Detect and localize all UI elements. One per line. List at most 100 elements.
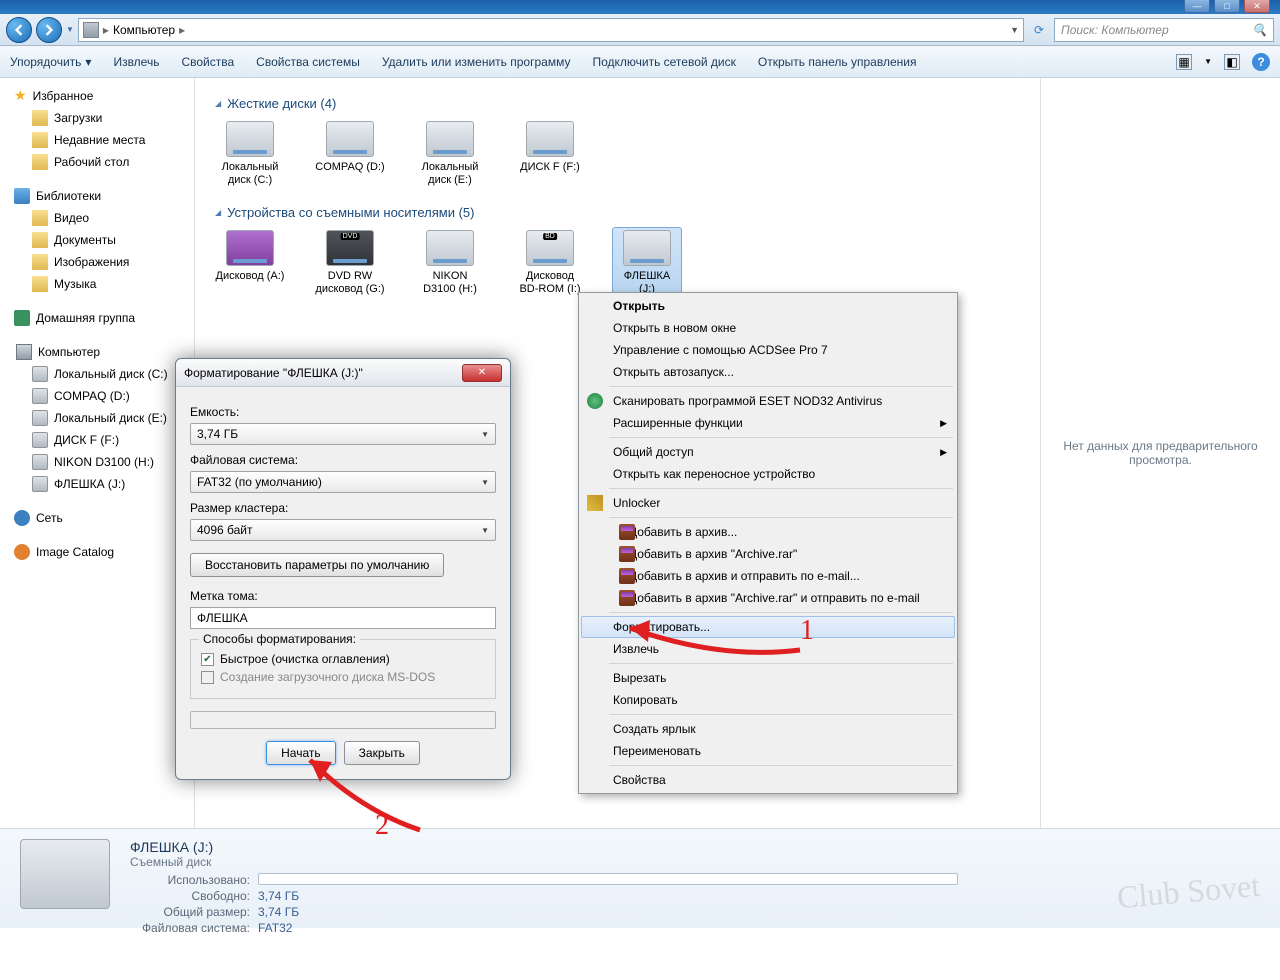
- ctx-open[interactable]: Открыть: [581, 295, 955, 317]
- sidebar-item-pictures[interactable]: Изображения: [0, 251, 194, 273]
- drive-tile-h[interactable]: NIKON D3100 (H:): [415, 230, 485, 296]
- details-fs-value: FAT32: [258, 921, 292, 935]
- ctx-acdsee[interactable]: Управление с помощью ACDSee Pro 7: [581, 339, 955, 361]
- rar-icon: [619, 590, 635, 606]
- sidebar-item-recent[interactable]: Недавние места: [0, 129, 194, 151]
- start-button[interactable]: Начать: [266, 741, 336, 765]
- close-button[interactable]: ✕: [1244, 0, 1270, 13]
- ctx-eset-scan[interactable]: Сканировать программой ESET NOD32 Antivi…: [581, 390, 955, 412]
- ctx-eject[interactable]: Извлечь: [581, 638, 955, 660]
- drive-tile-d[interactable]: COMPAQ (D:): [315, 121, 385, 187]
- drive-icon: [32, 432, 48, 448]
- drive-tile-j[interactable]: ФЛЕШКА (J:): [612, 227, 682, 299]
- uninstall-button[interactable]: Удалить или изменить программу: [382, 55, 571, 69]
- sidebar-homegroup[interactable]: Домашняя группа: [0, 307, 194, 329]
- annotation-label-2: 2: [375, 810, 389, 842]
- sidebar-item-music[interactable]: Музыка: [0, 273, 194, 295]
- ctx-rar-add[interactable]: Добавить в архив...: [581, 521, 955, 543]
- ctx-portable[interactable]: Открыть как переносное устройство: [581, 463, 955, 485]
- ctx-rar-email[interactable]: Добавить в архив и отправить по e-mail..…: [581, 565, 955, 587]
- drive-tile-g[interactable]: DVD RW дисковод (G:): [315, 230, 385, 296]
- sidebar-computer[interactable]: Компьютер: [2, 341, 192, 363]
- sidebar-drive-h[interactable]: NIKON D3100 (H:): [0, 451, 194, 473]
- history-dropdown-icon[interactable]: ▼: [66, 25, 74, 34]
- details-used-label: Использовано:: [130, 873, 250, 887]
- view-options-icon[interactable]: ▦: [1176, 54, 1192, 70]
- sidebar-drive-d[interactable]: COMPAQ (D:): [0, 385, 194, 407]
- bd-icon: [526, 230, 574, 266]
- sidebar-drive-j[interactable]: ФЛЕШКА (J:): [0, 473, 194, 495]
- back-button[interactable]: [6, 17, 32, 43]
- preview-pane-icon[interactable]: ◧: [1224, 54, 1240, 70]
- ctx-rar-email-named[interactable]: Добавить в архив "Archive.rar" и отправи…: [581, 587, 955, 609]
- format-progress: [190, 711, 496, 729]
- maximize-button[interactable]: □: [1214, 0, 1240, 13]
- annotation-label-1: 1: [800, 615, 814, 647]
- system-properties-button[interactable]: Свойства системы: [256, 55, 360, 69]
- drive-tile-i[interactable]: Дисковод BD-ROM (I:): [515, 230, 585, 296]
- drive-tile-f[interactable]: ДИСК F (F:): [515, 121, 585, 187]
- sidebar-network[interactable]: Сеть: [0, 507, 194, 529]
- ctx-cut[interactable]: Вырезать: [581, 667, 955, 689]
- breadcrumb-root[interactable]: Компьютер: [113, 23, 175, 37]
- breadcrumb-sep-icon[interactable]: ▸: [179, 23, 185, 37]
- forward-button[interactable]: [36, 17, 62, 43]
- refresh-button[interactable]: ⟳: [1028, 19, 1050, 41]
- sidebar-drive-f[interactable]: ДИСК F (F:): [0, 429, 194, 451]
- sidebar-favorites[interactable]: ★Избранное: [0, 84, 194, 107]
- ctx-autoplay[interactable]: Открыть автозапуск...: [581, 361, 955, 383]
- eject-button[interactable]: Извлечь: [113, 55, 159, 69]
- search-icon[interactable]: 🔍: [1252, 23, 1267, 37]
- search-input[interactable]: Поиск: Компьютер 🔍: [1054, 18, 1274, 42]
- sidebar-drive-e[interactable]: Локальный диск (E:): [0, 407, 194, 429]
- ctx-share[interactable]: Общий доступ▶: [581, 441, 955, 463]
- ctx-copy[interactable]: Копировать: [581, 689, 955, 711]
- drive-icon: [623, 230, 671, 266]
- hdd-section-header[interactable]: Жесткие диски (4): [215, 96, 1020, 111]
- ctx-shortcut[interactable]: Создать ярлык: [581, 718, 955, 740]
- breadcrumb-dropdown-icon[interactable]: ▼: [1010, 25, 1019, 35]
- drive-tile-c[interactable]: Локальный диск (C:): [215, 121, 285, 187]
- eset-icon: [587, 393, 603, 409]
- capacity-select[interactable]: 3,74 ГБ: [190, 423, 496, 445]
- chevron-right-icon: ▶: [940, 447, 947, 458]
- control-panel-button[interactable]: Открыть панель управления: [758, 55, 917, 69]
- ctx-unlocker[interactable]: Unlocker: [581, 492, 955, 514]
- details-title: ФЛЕШКА (J:): [130, 839, 1260, 855]
- sidebar-item-desktop[interactable]: Рабочий стол: [0, 151, 194, 173]
- ctx-rename[interactable]: Переименовать: [581, 740, 955, 762]
- restore-defaults-button[interactable]: Восстановить параметры по умолчанию: [190, 553, 444, 577]
- dialog-close-button[interactable]: ✕: [462, 364, 502, 382]
- sidebar-item-documents[interactable]: Документы: [0, 229, 194, 251]
- help-icon[interactable]: ?: [1252, 53, 1270, 71]
- map-network-button[interactable]: Подключить сетевой диск: [592, 55, 735, 69]
- drive-icon: [32, 454, 48, 470]
- cluster-select[interactable]: 4096 байт: [190, 519, 496, 541]
- chevron-down-icon[interactable]: ▼: [1204, 57, 1212, 66]
- context-menu: Открыть Открыть в новом окне Управление …: [578, 292, 958, 794]
- drive-tile-a[interactable]: Дисковод (A:): [215, 230, 285, 296]
- sidebar-libraries[interactable]: Библиотеки: [0, 185, 194, 207]
- volume-label-input[interactable]: [190, 607, 496, 629]
- close-dialog-button[interactable]: Закрыть: [344, 741, 420, 765]
- organize-menu[interactable]: Упорядочить▾: [10, 55, 91, 69]
- breadcrumb[interactable]: ▸ Компьютер ▸ ▼: [78, 18, 1024, 42]
- drive-tile-e[interactable]: Локальный диск (E:): [415, 121, 485, 187]
- ctx-open-new[interactable]: Открыть в новом окне: [581, 317, 955, 339]
- sidebar-image-catalog[interactable]: Image Catalog: [0, 541, 194, 563]
- removable-section-header[interactable]: Устройства со съемными носителями (5): [215, 205, 1020, 220]
- properties-button[interactable]: Свойства: [181, 55, 234, 69]
- quick-format-checkbox[interactable]: ✔: [201, 653, 214, 666]
- folder-icon: [32, 276, 48, 292]
- minimize-button[interactable]: —: [1184, 0, 1210, 13]
- ctx-rar-add-named[interactable]: Добавить в архив "Archive.rar": [581, 543, 955, 565]
- ctx-properties[interactable]: Свойства: [581, 769, 955, 791]
- dialog-titlebar[interactable]: Форматирование "ФЛЕШКА (J:)" ✕: [176, 359, 510, 387]
- sidebar-drive-c[interactable]: Локальный диск (C:): [0, 363, 194, 385]
- sidebar-item-downloads[interactable]: Загрузки: [0, 107, 194, 129]
- ctx-format[interactable]: Форматировать...: [581, 616, 955, 638]
- filesystem-select[interactable]: FAT32 (по умолчанию): [190, 471, 496, 493]
- drive-icon: [32, 388, 48, 404]
- ctx-advanced[interactable]: Расширенные функции▶: [581, 412, 955, 434]
- sidebar-item-videos[interactable]: Видео: [0, 207, 194, 229]
